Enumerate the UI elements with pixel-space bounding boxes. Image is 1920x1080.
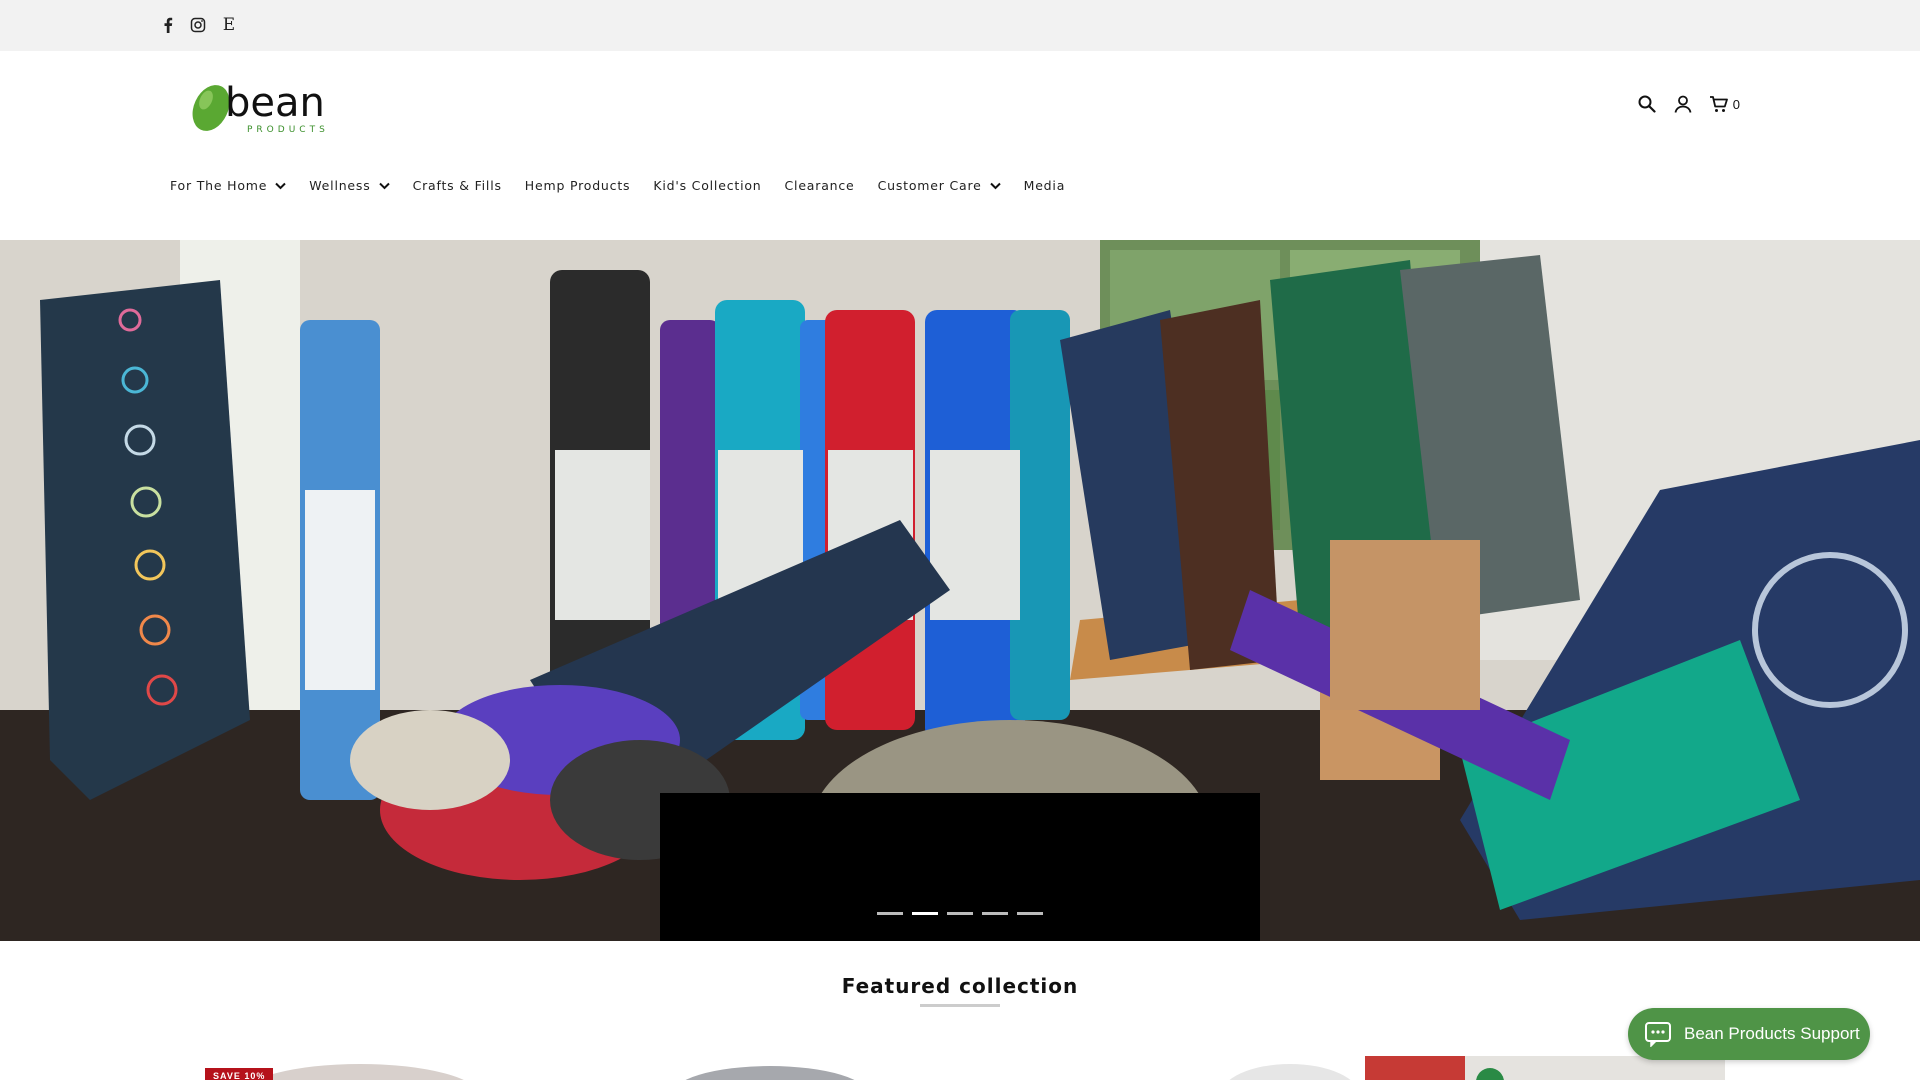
- nav-item-clearance[interactable]: Clearance: [785, 178, 855, 193]
- account-icon[interactable]: [1671, 92, 1695, 116]
- cart-count: 0: [1732, 96, 1740, 112]
- slide-dot[interactable]: [982, 912, 1008, 915]
- slide-dot[interactable]: [877, 912, 903, 915]
- featured-collection-title: Featured collection: [841, 974, 1079, 998]
- nav-item-label: Clearance: [784, 178, 855, 193]
- bean-products-logo[interactable]: bean PRODUCTS: [185, 74, 360, 138]
- nav-item-wellness[interactable]: Wellness: [309, 178, 390, 193]
- cart-button[interactable]: 0: [1707, 92, 1740, 116]
- slideshow-pagination: [0, 912, 1920, 915]
- product-image: [1229, 1064, 1351, 1080]
- slide-dot[interactable]: [947, 912, 973, 915]
- social-top-bar: E: [0, 0, 1920, 51]
- chat-icon: [1645, 1022, 1671, 1047]
- slide-dot[interactable]: [1017, 912, 1043, 915]
- nav-item-hemp-products[interactable]: Hemp Products: [525, 178, 631, 193]
- nav-item-crafts-fills[interactable]: Crafts & Fills: [413, 178, 502, 193]
- search-icon[interactable]: [1635, 92, 1659, 116]
- product-card[interactable]: [650, 1056, 950, 1080]
- hero-caption-overlay: [660, 793, 1260, 941]
- facebook-icon[interactable]: [157, 14, 179, 36]
- nav-item-customer-care[interactable]: Customer Care: [878, 178, 1001, 193]
- hero-slideshow[interactable]: [0, 240, 1920, 941]
- svg-text:bean: bean: [225, 80, 325, 126]
- chevron-down-icon: [378, 182, 390, 190]
- nav-item-label: Customer Care: [877, 178, 982, 193]
- nav-item-for-the-home[interactable]: For The Home: [170, 178, 286, 193]
- nav-item-label: Crafts & Fills: [412, 178, 502, 193]
- nav-item-label: For The Home: [170, 178, 268, 193]
- title-underline: [920, 1004, 1000, 1007]
- nav-item-label: Hemp Products: [524, 178, 631, 193]
- product-image: [685, 1066, 855, 1080]
- nav-item-label: Kid's Collection: [653, 178, 762, 193]
- product-card[interactable]: [1200, 1056, 1370, 1080]
- main-navigation: For The Home Wellness Crafts & Fills Hem…: [170, 178, 1088, 193]
- slide-dot-active[interactable]: [912, 912, 938, 915]
- chevron-down-icon: [989, 182, 1001, 190]
- instagram-icon[interactable]: [187, 14, 209, 36]
- nav-item-kids-collection[interactable]: Kid's Collection: [653, 178, 761, 193]
- nav-item-media[interactable]: Media: [1024, 178, 1066, 193]
- product-card[interactable]: SAVE 10%: [205, 1056, 495, 1080]
- support-chat-label: Bean Products Support: [1684, 1024, 1860, 1043]
- nav-item-label: Media: [1023, 178, 1066, 193]
- etsy-icon[interactable]: E: [218, 14, 240, 36]
- chevron-down-icon: [275, 182, 286, 190]
- sale-badge: SAVE 10%: [205, 1068, 274, 1080]
- cart-icon: [1707, 92, 1731, 116]
- header-utility-icons: 0: [1635, 92, 1740, 116]
- nav-item-label: Wellness: [309, 178, 371, 193]
- support-chat-button[interactable]: Bean Products Support: [1628, 1008, 1870, 1060]
- svg-text:PRODUCTS: PRODUCTS: [247, 125, 329, 135]
